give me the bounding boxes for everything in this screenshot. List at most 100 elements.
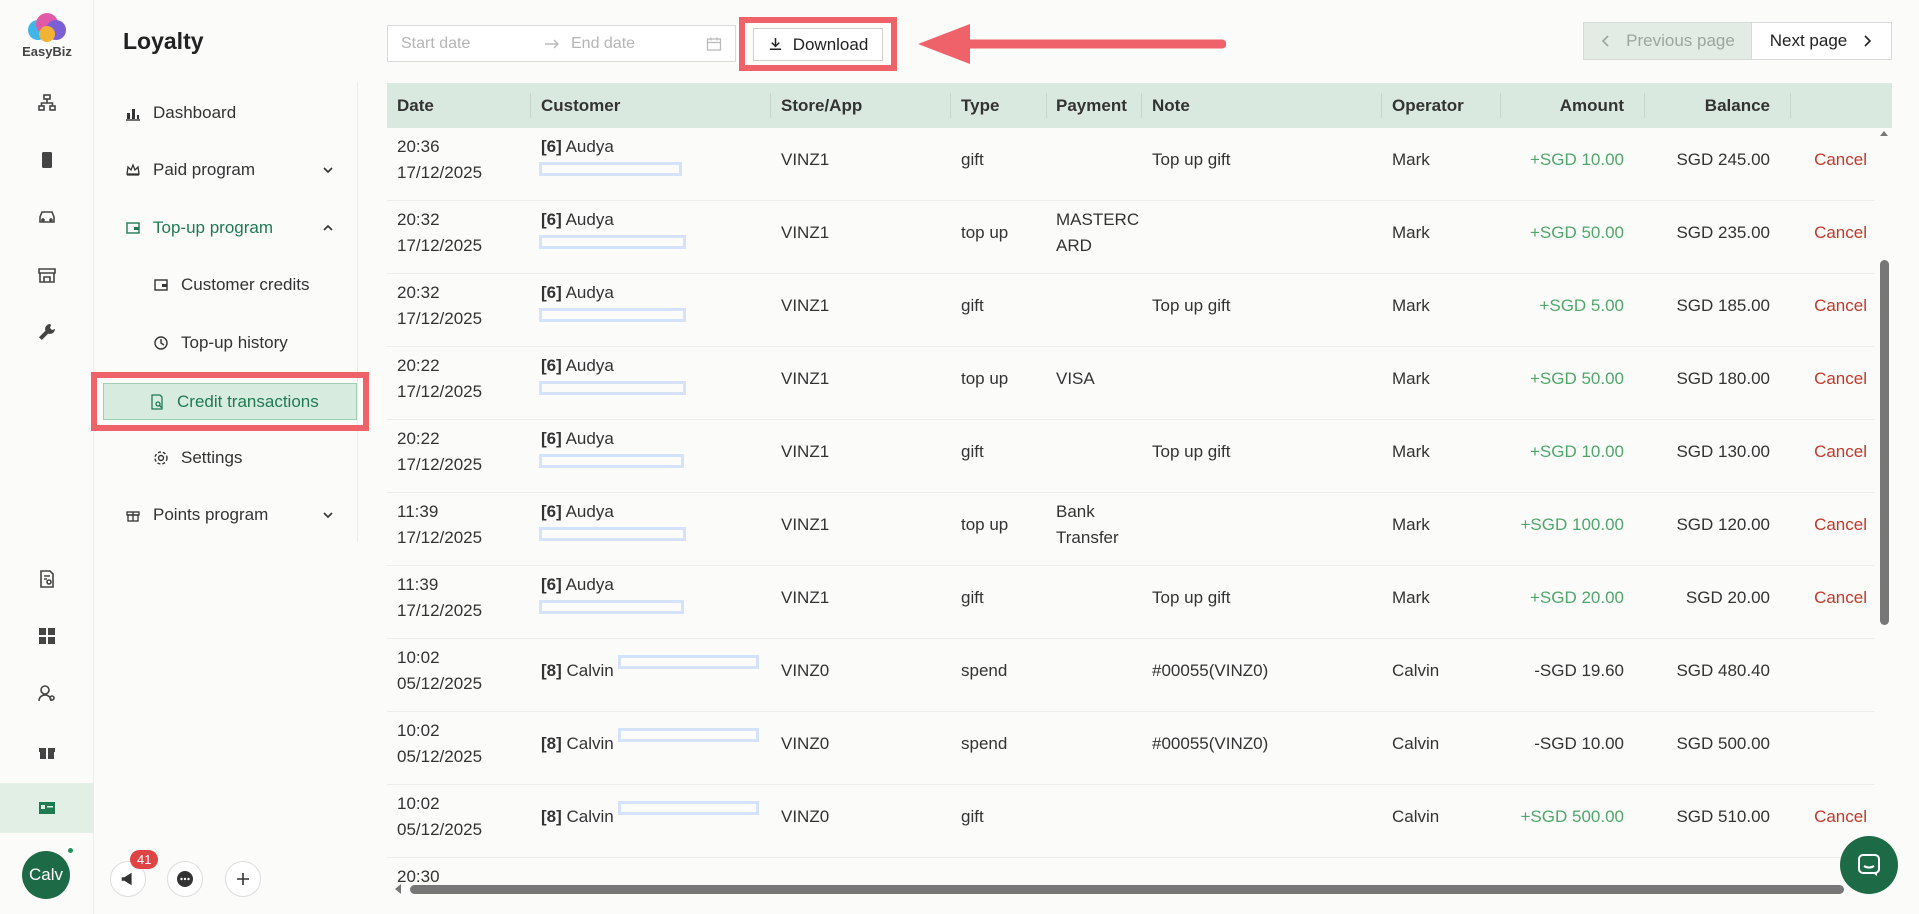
cancel-link[interactable]: Cancel xyxy=(1787,512,1867,538)
cell-customer[interactable]: [8] Calvin xyxy=(541,731,614,757)
wrench-icon[interactable] xyxy=(0,307,94,357)
customer-id: [6] xyxy=(541,575,562,594)
cell-store: VINZ0 xyxy=(781,661,830,680)
cell-customer[interactable]: [8] Calvin xyxy=(541,658,614,684)
cell-amount: +SGD 500.00 xyxy=(1520,807,1625,826)
mobile-icon[interactable] xyxy=(0,135,94,185)
cell-store: VINZ0 xyxy=(781,734,830,753)
sidebar-item-paid-program[interactable]: Paid program xyxy=(125,150,335,190)
table-row[interactable]: 10:02 05/12/2025 [8] Calvin VINZ0 spend #0005… xyxy=(387,639,1874,712)
cancel-link[interactable]: Cancel xyxy=(1787,220,1867,246)
car-icon[interactable] xyxy=(0,192,94,242)
customers-icon[interactable] xyxy=(0,668,94,718)
sidebar-item-label: Dashboard xyxy=(153,103,237,122)
table-row[interactable]: 11:39 17/12/2025 [6] Audya VINZ1 gift Top up … xyxy=(387,566,1874,639)
cell-customer[interactable]: [6] Audya xyxy=(541,499,614,525)
cancel-link[interactable]: Cancel xyxy=(1787,439,1867,465)
cell-customer[interactable]: [6] Audya xyxy=(541,280,614,306)
previous-page-button[interactable]: Previous page xyxy=(1583,22,1752,60)
customer-name: Audya xyxy=(565,356,614,375)
table-row[interactable]: 10:02 05/12/2025 [8] Calvin VINZ0 gift Calvin… xyxy=(387,785,1874,858)
table-row[interactable]: 20:32 17/12/2025 [6] Audya VINZ1 top up MASTE… xyxy=(387,201,1874,274)
cell-balance: SGD 235.00 xyxy=(1676,223,1770,242)
sidebar-item-credit-transactions[interactable]: Credit transactions xyxy=(103,383,357,420)
cell-balance: SGD 120.00 xyxy=(1676,515,1770,534)
dashboard-grid-icon[interactable] xyxy=(0,611,94,661)
customer-id: [8] xyxy=(541,661,562,680)
column-header-note[interactable]: Note xyxy=(1152,83,1190,128)
column-header-amount[interactable]: Amount xyxy=(1500,83,1624,128)
redacted-customer-detail xyxy=(618,801,759,815)
chevron-left-icon xyxy=(1602,35,1609,47)
cell-customer[interactable]: [6] Audya xyxy=(541,426,614,452)
table-row[interactable]: 10:02 05/12/2025 [8] Calvin VINZ0 spend #0005… xyxy=(387,712,1874,785)
sidebar-item-dashboard[interactable]: Dashboard xyxy=(125,93,236,133)
cell-note: #00055(VINZ0) xyxy=(1152,734,1269,753)
app-logo[interactable]: EasyBiz xyxy=(14,12,80,62)
table-row[interactable]: 20:22 17/12/2025 [6] Audya VINZ1 gift Top up … xyxy=(387,420,1874,493)
horizontal-scroll-thumb[interactable] xyxy=(410,885,1844,894)
sidebar-item-customer-credits[interactable]: Customer credits xyxy=(153,265,309,305)
page-title: Loyalty xyxy=(123,28,204,54)
next-page-button[interactable]: Next page xyxy=(1752,22,1892,60)
cancel-link[interactable]: Cancel xyxy=(1787,293,1867,319)
user-avatar[interactable]: Calv xyxy=(22,851,70,899)
cell-store: VINZ1 xyxy=(781,150,830,169)
cell-payment: Bank xyxy=(1056,502,1095,521)
cell-amount: +SGD 100.00 xyxy=(1520,515,1625,534)
cell-operator: Mark xyxy=(1392,223,1430,242)
customer-id: [6] xyxy=(541,283,562,302)
vertical-scrollbar[interactable] xyxy=(1878,128,1890,883)
cancel-link[interactable]: Cancel xyxy=(1787,804,1867,830)
loyalty-card-icon[interactable] xyxy=(0,783,94,833)
table-row[interactable]: 20:30 xyxy=(387,858,1874,883)
redacted-customer-detail xyxy=(539,381,686,395)
sidebar-item-settings[interactable]: Settings xyxy=(153,438,242,478)
sidebar-item-top-up-program[interactable]: Top-up program xyxy=(125,208,335,248)
cancel-link[interactable]: Cancel xyxy=(1787,366,1867,392)
chevron-right-icon xyxy=(1864,35,1872,47)
table-row[interactable]: 20:32 17/12/2025 [6] Audya VINZ1 gift Top up … xyxy=(387,274,1874,347)
cell-operator: Calvin xyxy=(1392,807,1440,826)
sidebar-item-top-up-history[interactable]: Top-up history xyxy=(153,323,288,363)
horizontal-scrollbar[interactable] xyxy=(390,882,1886,896)
cell-customer[interactable]: [6] Audya xyxy=(541,207,614,233)
annotation-arrow-icon xyxy=(918,24,1226,64)
cell-customer[interactable]: [6] Audya xyxy=(541,134,614,160)
date-range-picker[interactable]: Start date End date xyxy=(387,25,736,62)
cancel-link[interactable]: Cancel xyxy=(1787,585,1867,611)
column-header-balance[interactable]: Balance xyxy=(1644,83,1770,128)
column-header-date[interactable]: Date xyxy=(397,83,434,128)
table-header: Date Customer Store/App Type Payment Not… xyxy=(387,83,1892,128)
table-row[interactable]: 20:36 17/12/2025 [6] Audya VINZ1 gift Top up … xyxy=(387,128,1874,201)
report-search-icon[interactable] xyxy=(0,554,94,604)
cell-customer[interactable]: [8] Calvin xyxy=(541,804,614,830)
gift-icon[interactable] xyxy=(0,726,94,776)
cell-customer[interactable]: [6] Audya xyxy=(541,353,614,379)
customer-id: [6] xyxy=(541,356,562,375)
cell-balance: SGD 20.00 xyxy=(1685,588,1770,607)
cell-time: 20:32 xyxy=(397,283,440,302)
column-header-payment[interactable]: Payment xyxy=(1056,83,1127,128)
store-icon[interactable] xyxy=(0,250,94,300)
end-date-input[interactable]: End date xyxy=(571,35,635,53)
support-chat-button[interactable] xyxy=(1840,836,1898,894)
column-header-store[interactable]: Store/App xyxy=(781,83,862,128)
cell-date: 05/12/2025 xyxy=(397,820,483,839)
start-date-input[interactable]: Start date xyxy=(401,35,470,53)
column-header-operator[interactable]: Operator xyxy=(1392,83,1464,128)
cell-type: gift xyxy=(961,150,984,169)
cancel-link[interactable]: Cancel xyxy=(1787,147,1867,173)
sidebar-item-label: Paid program xyxy=(153,160,256,179)
sidebar-divider xyxy=(357,82,358,542)
org-chart-icon[interactable] xyxy=(0,78,94,128)
sidebar-item-points-program[interactable]: Points program xyxy=(125,495,335,535)
column-header-type[interactable]: Type xyxy=(961,83,999,128)
table-row[interactable]: 20:22 17/12/2025 [6] Audya VINZ1 top up VISA M… xyxy=(387,347,1874,420)
cell-customer[interactable]: [6] Audya xyxy=(541,572,614,598)
column-header-customer[interactable]: Customer xyxy=(541,83,620,128)
table-row[interactable]: 11:39 17/12/2025 [6] Audya VINZ1 top up Bank T… xyxy=(387,493,1874,566)
vertical-scroll-thumb[interactable] xyxy=(1880,260,1889,625)
download-button[interactable]: Download xyxy=(753,28,883,61)
customer-name: Calvin xyxy=(566,807,614,826)
